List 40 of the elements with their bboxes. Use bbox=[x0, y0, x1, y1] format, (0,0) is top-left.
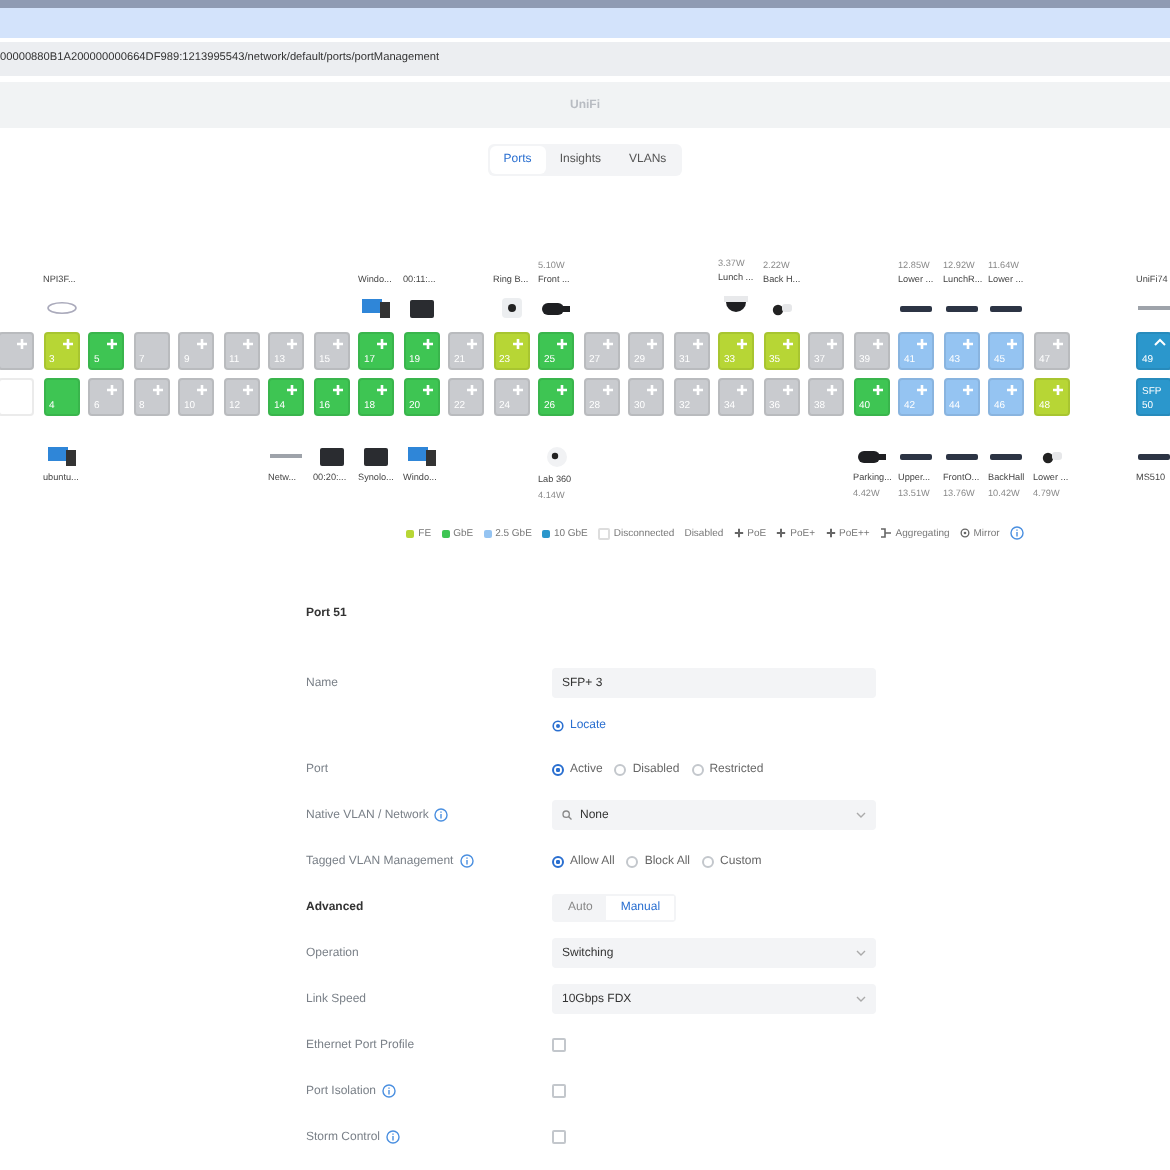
checkbox[interactable] bbox=[552, 1130, 566, 1144]
info-icon[interactable] bbox=[1009, 526, 1024, 540]
chevron-icon bbox=[856, 950, 866, 956]
monitor-icon bbox=[47, 446, 75, 466]
mirror-icon bbox=[959, 528, 970, 538]
box-icon bbox=[319, 447, 343, 465]
switch-icon bbox=[945, 305, 977, 311]
camera-icon bbox=[545, 446, 567, 468]
box-icon bbox=[409, 299, 433, 317]
switch-icon bbox=[900, 305, 932, 311]
switch-icon bbox=[900, 453, 932, 459]
camera-icon bbox=[542, 301, 570, 315]
router-icon bbox=[45, 300, 77, 316]
switch-icon bbox=[990, 305, 1022, 311]
switch-icon bbox=[945, 453, 977, 459]
camera-icon bbox=[857, 449, 885, 463]
checkbox[interactable] bbox=[552, 1084, 566, 1098]
port-tile[interactable] bbox=[0, 332, 34, 370]
monitor-icon bbox=[362, 298, 390, 318]
dome-camera-icon bbox=[724, 296, 748, 318]
legend-swatch bbox=[597, 527, 610, 539]
aggregate-icon bbox=[879, 528, 892, 538]
camera-icon bbox=[1041, 449, 1061, 463]
poe-icon bbox=[825, 528, 835, 538]
switch-icon bbox=[990, 453, 1022, 459]
info-icon[interactable] bbox=[386, 1130, 401, 1144]
box-icon bbox=[364, 447, 388, 465]
checkbox[interactable] bbox=[552, 1038, 566, 1052]
info-icon[interactable] bbox=[382, 1084, 397, 1098]
camera-icon bbox=[771, 301, 791, 315]
chevron-icon bbox=[856, 812, 866, 818]
info-icon[interactable] bbox=[434, 808, 449, 822]
poe-icon bbox=[776, 528, 787, 538]
info-icon[interactable] bbox=[459, 854, 474, 868]
target-icon bbox=[552, 720, 564, 732]
monitor-icon bbox=[407, 446, 435, 466]
chevron-icon bbox=[856, 996, 866, 1002]
switch-icon bbox=[1138, 453, 1170, 459]
poe-icon bbox=[733, 528, 744, 538]
doorbell-icon bbox=[501, 298, 521, 318]
